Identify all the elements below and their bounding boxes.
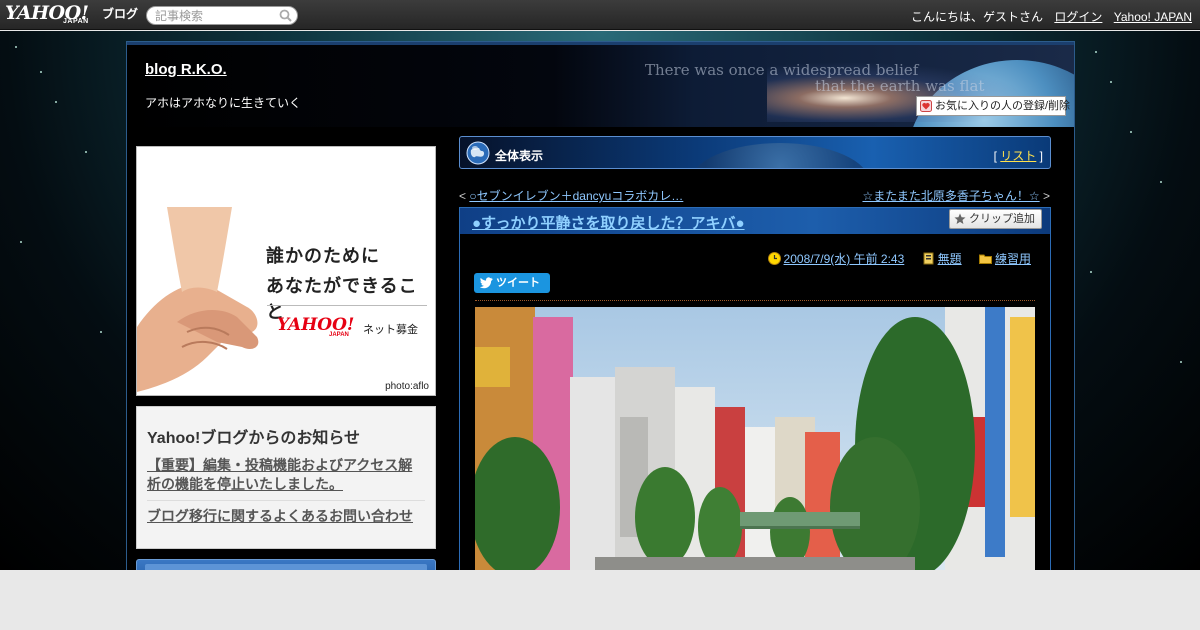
blog-entry: ●すっかり平静さを取り戻した？アキバ● クリップ追加 2008/7/9(水) 午… xyxy=(459,207,1051,587)
search-icon[interactable] xyxy=(279,9,292,22)
login-link[interactable]: ログイン xyxy=(1054,10,1102,24)
entry-category-link[interactable]: 練習用 xyxy=(995,252,1031,266)
entry-tag-link[interactable]: 無題 xyxy=(938,252,962,266)
folder-icon xyxy=(978,254,992,264)
favorite-register-label: お気に入りの人の登録/削除 xyxy=(935,100,1071,112)
twitter-bird-icon xyxy=(480,277,493,289)
ad-tagline: ネット募金 xyxy=(363,324,418,336)
clock-icon xyxy=(767,252,781,265)
all-view-title: 全体表示 xyxy=(495,149,544,163)
entry-title-link[interactable]: ●すっかり平静さを取り戻した？アキバ● xyxy=(472,212,745,233)
akihabara-street-photo xyxy=(475,307,1035,577)
notice-item-important[interactable]: 【重要】編集・投稿機能およびアクセス解析の機能を停止いたしました。 xyxy=(147,456,425,501)
logo-sub-text: JAPAN xyxy=(63,18,89,25)
tweet-label: ツイート xyxy=(496,277,540,289)
ad-headline-1: 誰かのために xyxy=(266,246,380,266)
yahoo-japan-link[interactable]: Yahoo! JAPAN xyxy=(1114,10,1192,24)
clip-add-button[interactable]: クリップ追加 xyxy=(949,209,1042,229)
entry-meta: 2008/7/9(水) 午前 2:43 無題 練習用 xyxy=(754,250,1031,267)
street-photo-image xyxy=(475,307,1035,577)
ad-yahoo-logo-sub: JAPAN xyxy=(329,332,349,338)
blog-frame: There was once a widespread belief that … xyxy=(126,41,1075,599)
entry-date-link[interactable]: 2008/7/9(水) 午前 2:43 xyxy=(784,252,905,266)
notice-title: Yahoo!ブログからのお知らせ xyxy=(147,430,361,447)
list-view-link[interactable]: リスト xyxy=(1000,149,1036,163)
globe-icon xyxy=(466,141,490,165)
tweet-button[interactable]: ツイート xyxy=(474,273,550,293)
greeting-text: こんにちは、ゲストさん xyxy=(911,10,1044,24)
blog-header: There was once a widespread belief that … xyxy=(127,42,1074,127)
logo-service-text: ブログ xyxy=(102,7,139,21)
yahoo-blog-notice-box: Yahoo!ブログからのお知らせ 【重要】編集・投稿機能およびアクセス解析の機能… xyxy=(136,406,436,549)
ad-photo-credit: photo:aflo xyxy=(385,381,429,392)
next-post-nav: ☆またまた北原多香子ちゃん！☆ > xyxy=(862,189,1050,203)
next-post-link[interactable]: ☆またまた北原多香子ちゃん！☆ xyxy=(862,189,1039,203)
previous-post-link[interactable]: ○セブンイレブン＋dancyuコラボカレ… xyxy=(469,189,683,203)
page-footer-area xyxy=(0,570,1200,630)
all-view-bar: 全体表示 [ リスト ] xyxy=(459,136,1051,169)
heart-icon xyxy=(920,100,932,112)
entry-header: ●すっかり平静さを取り戻した？アキバ● クリップ追加 xyxy=(460,208,1050,234)
favorite-register-button[interactable]: お気に入りの人の登録/削除 xyxy=(916,96,1070,116)
header-quote: There was once a widespread belief that … xyxy=(645,61,985,95)
tag-book-icon xyxy=(923,252,934,265)
top-navigation-bar: YAHOO! JAPAN ブログ こんにちは、ゲストさん ログイン Yahoo!… xyxy=(0,0,1200,30)
search-input[interactable] xyxy=(155,9,275,23)
previous-post-nav: < ○セブンイレブン＋dancyuコラボカレ… xyxy=(459,189,684,203)
user-area: こんにちは、ゲストさん ログイン Yahoo! JAPAN xyxy=(903,8,1192,25)
list-view-link-wrap: [ リスト ] xyxy=(993,149,1043,163)
clasped-hands-image xyxy=(137,207,259,392)
blog-subtitle: アホはアホなりに生きていく xyxy=(145,96,302,110)
yahoo-blog-logo[interactable]: YAHOO! JAPAN ブログ xyxy=(5,2,141,28)
notice-item-faq[interactable]: ブログ移行に関するよくあるお問い合わせ xyxy=(147,507,425,526)
charity-ad-banner[interactable]: 誰かのために あなたができること YAHOO! JAPAN ネット募金 phot… xyxy=(136,146,436,396)
clip-add-label: クリップ追加 xyxy=(969,213,1035,225)
blog-title-link[interactable]: blog R.K.O. xyxy=(145,61,227,78)
star-icon xyxy=(954,213,966,224)
search-box xyxy=(146,6,298,25)
